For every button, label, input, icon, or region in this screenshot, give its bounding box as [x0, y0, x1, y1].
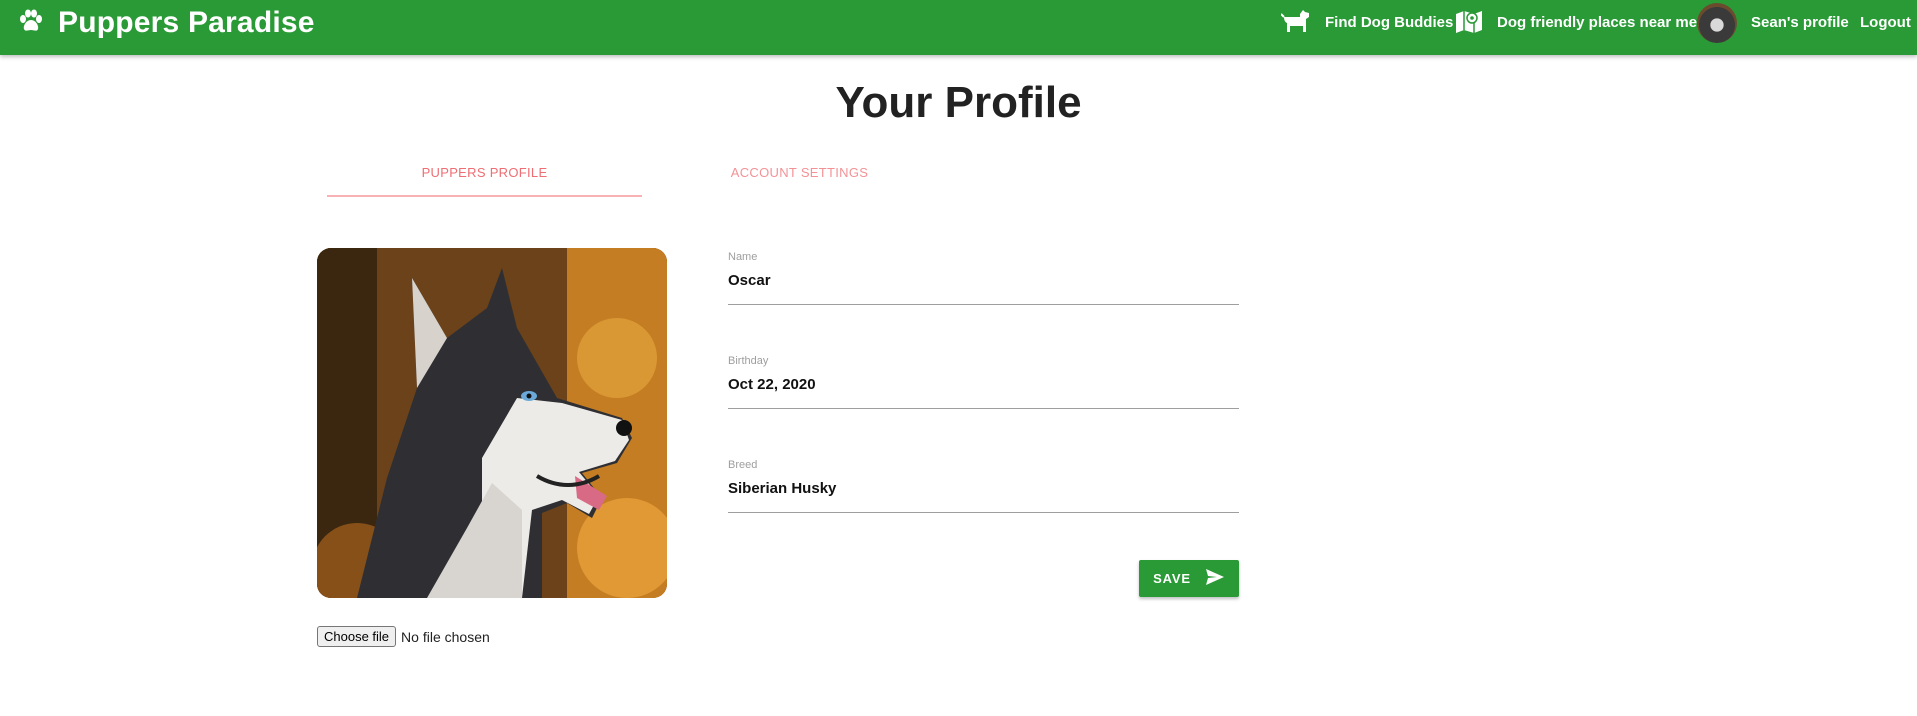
nav-logout[interactable]: Logout — [1860, 0, 1911, 45]
nav-profile[interactable]: Sean's profile — [1697, 0, 1849, 45]
file-upload: Choose file No file chosen — [317, 626, 490, 647]
tab-puppers-profile[interactable]: Puppers Profile — [327, 150, 642, 196]
nav-logout-label: Logout — [1860, 14, 1911, 31]
dog-icon — [1280, 8, 1311, 38]
dog-photo — [317, 248, 667, 598]
name-field: Name Oscar — [728, 251, 1239, 305]
page-title: Your Profile — [835, 78, 1082, 127]
avatar — [1697, 2, 1737, 43]
birthday-label: Birthday — [728, 355, 769, 367]
brand-link[interactable]: Puppers Paradise — [18, 5, 315, 41]
file-status: No file chosen — [401, 628, 490, 645]
send-icon — [1205, 568, 1225, 589]
nav-dog-friendly-places[interactable]: Dog friendly places near me — [1455, 0, 1697, 45]
nav-find-dog-buddies-label: Find Dog Buddies — [1325, 14, 1454, 31]
nav-find-dog-buddies[interactable]: Find Dog Buddies — [1280, 0, 1454, 45]
breed-field: Breed Siberian Husky — [728, 459, 1239, 513]
choose-file-button[interactable]: Choose file — [317, 626, 397, 647]
birthday-field: Birthday Oct 22, 2020 — [728, 355, 1239, 409]
name-input[interactable]: Oscar — [728, 272, 1239, 305]
map-icon — [1455, 8, 1483, 38]
save-button[interactable]: SAVE — [1139, 560, 1239, 597]
breed-input[interactable]: Siberian Husky — [728, 480, 1239, 513]
save-button-label: SAVE — [1153, 571, 1191, 586]
top-navbar: Puppers Paradise Find Dog Buddies Dog fr… — [0, 0, 1917, 55]
birthday-input[interactable]: Oct 22, 2020 — [728, 376, 1239, 409]
breed-label: Breed — [728, 459, 758, 471]
profile-tabs: Puppers Profile Account Settings — [327, 150, 957, 198]
nav-dog-friendly-places-label: Dog friendly places near me — [1497, 14, 1698, 31]
name-label: Name — [728, 251, 758, 263]
nav-profile-label: Sean's profile — [1751, 14, 1849, 31]
tab-indicator — [327, 195, 642, 197]
paw-icon — [18, 9, 44, 38]
tab-account-settings[interactable]: Account Settings — [642, 150, 957, 196]
brand-title: Puppers Paradise — [58, 6, 315, 39]
